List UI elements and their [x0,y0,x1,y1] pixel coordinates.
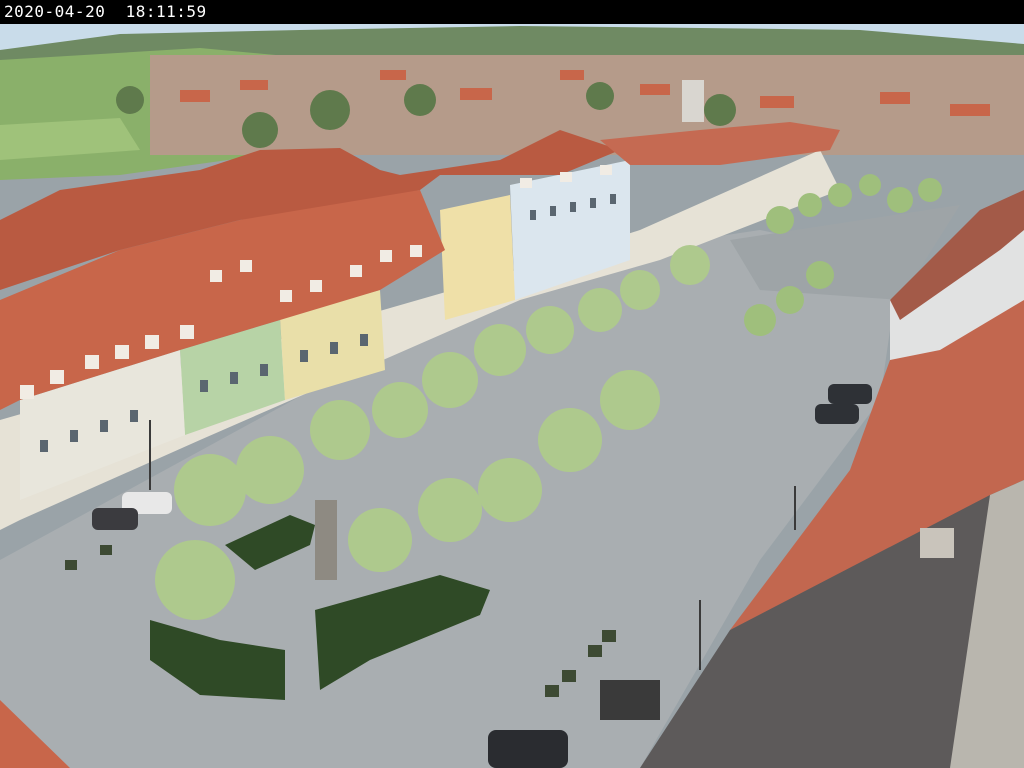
car-dark-left [92,508,138,530]
cream-facade [440,195,515,320]
car-dark-right-2 [815,404,859,424]
tower [682,80,704,122]
town-square-webcam-view [0,24,1024,768]
car-dark-right-1 [828,384,872,404]
monument [315,500,337,580]
chimney [920,528,954,558]
bench-stack [600,680,660,720]
timestamp-bar: 2020-04-20 18:11:59 [0,0,1024,24]
car-bottom [488,730,568,768]
timestamp-overlay: 2020-04-20 18:11:59 [4,2,207,21]
